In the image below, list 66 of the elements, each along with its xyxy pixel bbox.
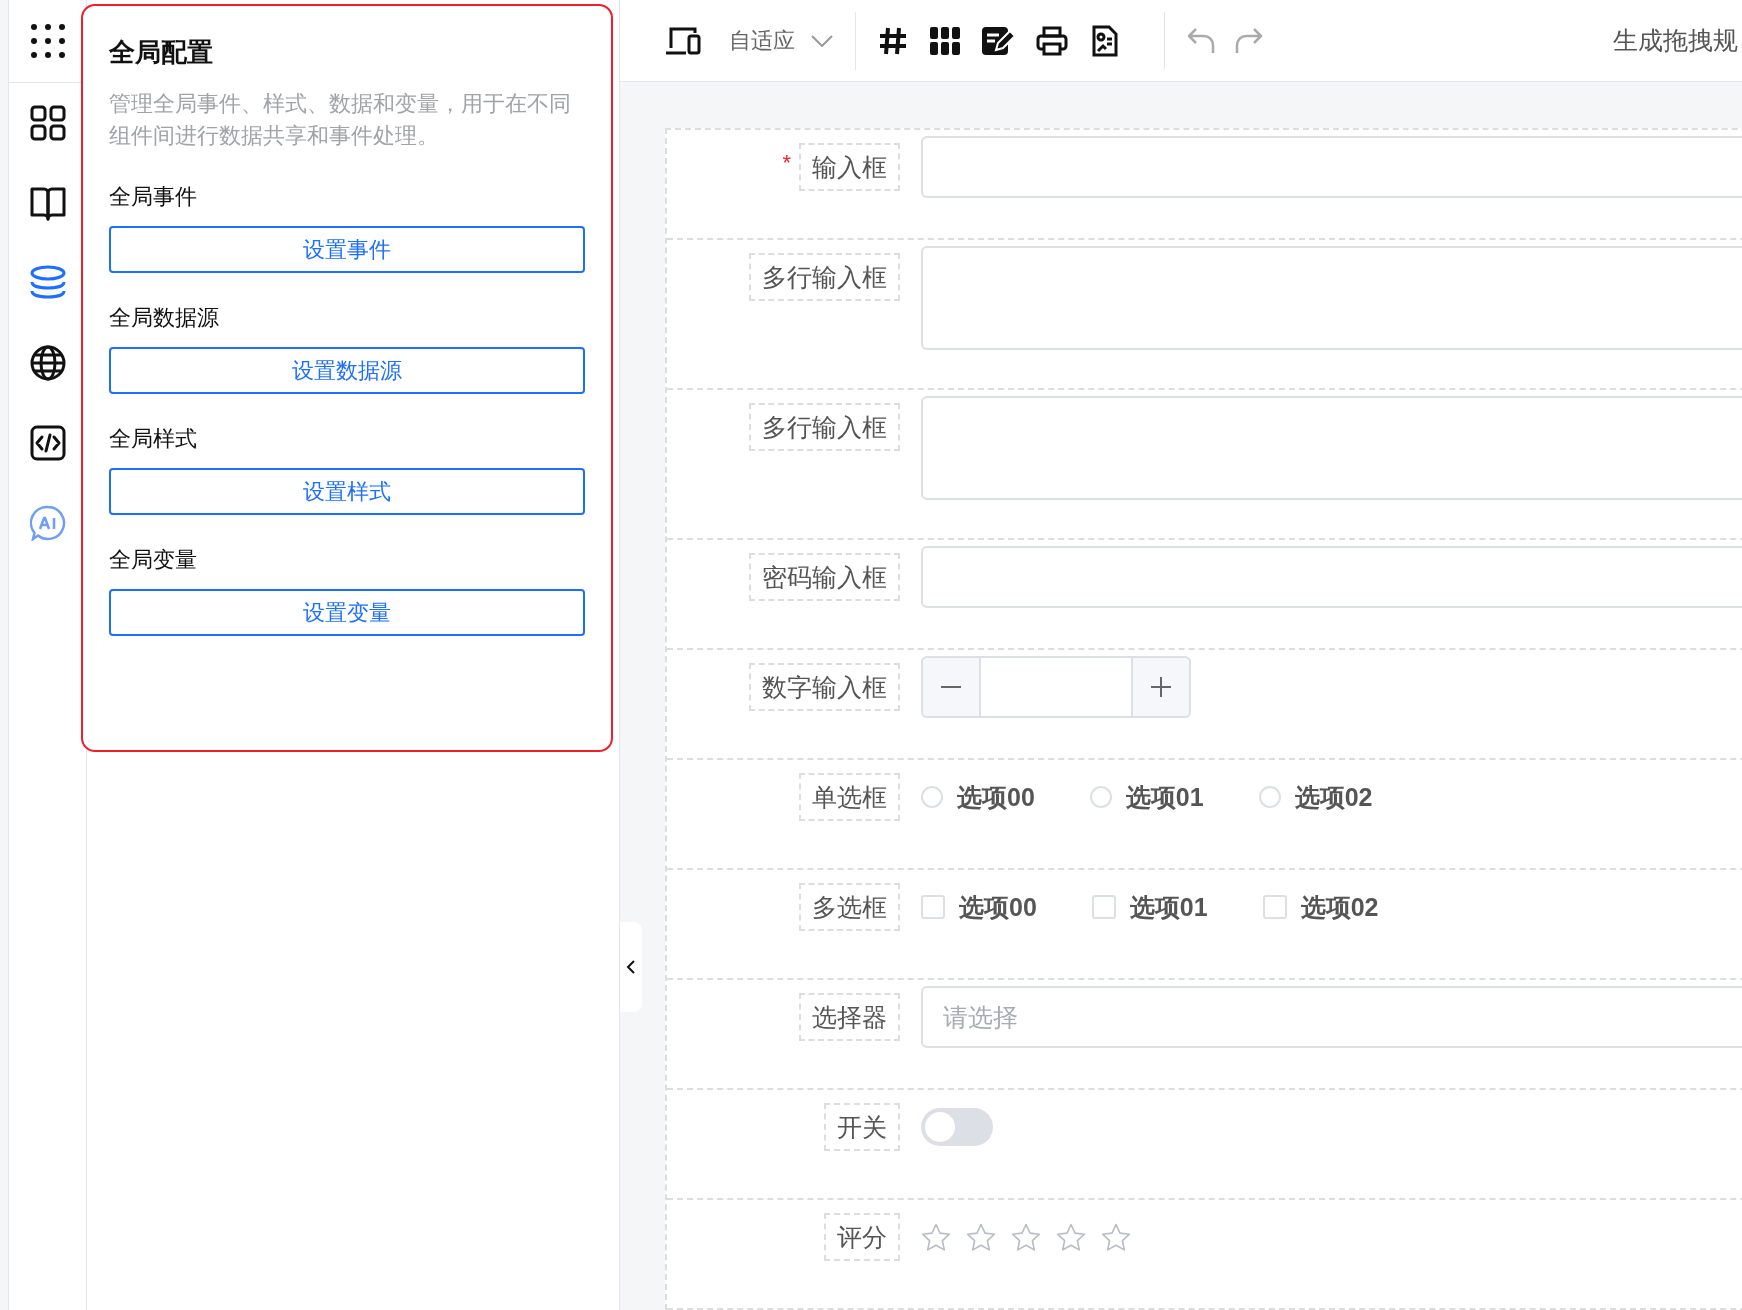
star-icon[interactable] [966,1222,996,1252]
field-label: 密码输入框 [749,553,900,601]
hash-icon[interactable] [878,25,908,56]
database-icon[interactable] [29,265,66,301]
increment-button[interactable] [1131,656,1191,718]
number-field[interactable] [981,656,1131,718]
apps-icon[interactable] [29,23,66,59]
password-field[interactable] [921,546,1742,608]
field-label: 多行输入框 [749,253,900,301]
option-label[interactable]: 选项01 [1129,890,1208,924]
device-mode-dropdown[interactable]: 自适应 [729,25,795,56]
select-field[interactable]: 请选择 [921,986,1742,1048]
checkbox[interactable] [921,895,945,919]
decrement-button[interactable] [921,656,981,718]
radio-button[interactable] [1089,786,1112,808]
settings-button[interactable]: 设置事件 [109,226,585,273]
minus-icon[interactable] [941,686,961,688]
book-icon[interactable] [29,185,66,221]
star-icon[interactable] [1011,1222,1041,1252]
field-label: 评分 [824,1213,900,1261]
panel-description: 管理全局事件、样式、数据和变量，用于在不同组件间进行数据共享和事件处理。 [109,90,572,150]
option-label[interactable]: 选项02 [1300,890,1379,924]
collapse-handle[interactable] [620,922,642,1012]
ai-chat-icon[interactable] [29,505,66,541]
generate-rules-button[interactable]: 生成拖拽规 [1613,24,1738,57]
field-label: 数字输入框 [749,663,900,711]
textarea-field[interactable] [921,396,1742,500]
checkbox[interactable] [1262,895,1287,919]
print-icon[interactable] [1036,25,1068,56]
plus-icon[interactable] [1151,677,1171,697]
field-label: 多选框 [799,883,900,931]
field-label: 开关 [824,1103,900,1151]
field-label: 单选框 [799,773,900,821]
settings-button[interactable]: 设置数据源 [109,347,585,394]
option-label[interactable]: 选项00 [959,890,1037,924]
device-icon[interactable] [665,25,701,56]
panel-title: 全局配置 [109,36,214,69]
star-icon[interactable] [921,1222,951,1252]
input-field[interactable] [921,136,1742,198]
radio-button[interactable] [1258,786,1281,808]
field-label: 选择器 [799,993,900,1041]
settings-button[interactable]: 设置变量 [109,589,585,636]
globe-icon[interactable] [29,345,66,381]
star-icon[interactable] [1056,1222,1086,1252]
field-label: 多行输入框 [749,403,900,451]
field-label: 输入框 [799,143,900,191]
chevron-down-icon[interactable] [811,34,833,47]
section-heading: 全局变量 [109,546,198,574]
textarea-field[interactable] [921,246,1742,350]
radio-button[interactable] [921,786,943,808]
option-label[interactable]: 选项02 [1294,780,1373,814]
checkbox[interactable] [1091,895,1116,919]
section-heading: 全局事件 [109,183,198,211]
columns-icon[interactable] [930,26,960,55]
option-label[interactable]: 选项01 [1125,780,1204,814]
option-label[interactable]: 选项00 [957,780,1035,814]
document-icon[interactable] [1090,24,1120,57]
edit-icon[interactable] [982,25,1014,56]
grid-icon[interactable] [29,105,66,141]
toggle-switch[interactable] [921,1108,993,1146]
section-heading: 全局数据源 [109,304,220,332]
settings-button[interactable]: 设置样式 [109,468,585,515]
star-icon[interactable] [1101,1222,1131,1252]
code-icon[interactable] [29,425,66,461]
required-asterisk: * [782,150,791,176]
section-heading: 全局样式 [109,425,198,453]
